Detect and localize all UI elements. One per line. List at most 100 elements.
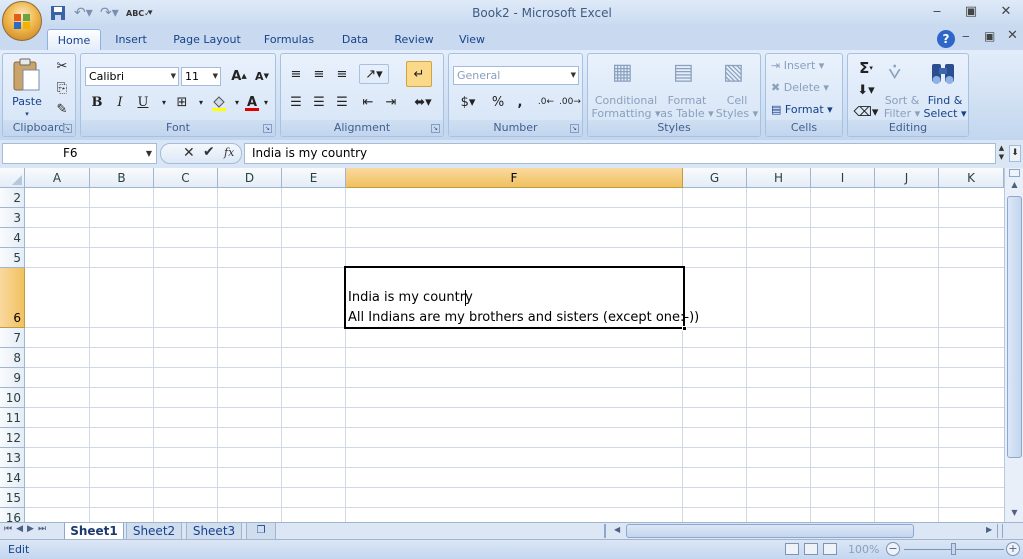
increase-decimal-icon[interactable]: .0← [535,92,557,112]
select-all-corner[interactable] [0,168,25,188]
column-header-k[interactable]: K [939,168,1004,188]
paste-icon[interactable] [11,58,43,94]
paste-label[interactable]: Paste [7,95,47,108]
tab-home[interactable]: Home [47,29,101,50]
sort-filter-icon[interactable]: ⩒ [888,60,918,88]
increase-indent-icon[interactable]: ⇥ [380,92,402,112]
row-header-5[interactable]: 5 [0,248,25,268]
zoom-in-icon[interactable]: + [1006,542,1020,556]
wrap-text-icon[interactable]: ↵ [406,61,432,87]
scroll-down-icon[interactable]: ▼ [1007,508,1022,517]
accounting-format-icon[interactable]: $▾ [453,92,483,112]
workbook-close-button[interactable]: ✕ [1007,28,1018,43]
autosum-button[interactable]: Σ ▾ [852,58,880,78]
conditional-formatting-icon[interactable]: ▦ [612,60,640,88]
font-launcher-icon[interactable]: ↘ [263,124,272,133]
column-header-a[interactable]: A [25,168,90,188]
cell-styles-icon[interactable]: ▧ [723,60,751,88]
active-cell-f6[interactable]: India is my country All Indians are my b… [344,266,699,331]
office-button[interactable] [2,1,42,41]
row-header-10[interactable]: 10 [0,388,25,408]
page-break-preview-icon[interactable] [823,543,837,555]
row-header-7[interactable]: 7 [0,328,25,348]
binoculars-icon[interactable] [928,58,958,88]
column-header-e[interactable]: E [282,168,346,188]
row-header-16[interactable]: 16 [0,508,25,522]
tab-formulas[interactable]: Formulas [258,29,320,50]
merge-center-icon[interactable]: ⬌▾ [409,92,437,112]
tab-page-layout[interactable]: Page Layout [167,29,247,50]
tab-data[interactable]: Data [333,29,377,50]
tab-review[interactable]: Review [388,29,440,50]
delete-cells-button[interactable]: ✖ Delete ▾ [771,81,829,94]
insert-function-icon[interactable]: fx [224,146,234,159]
cell-styles-button[interactable]: Cell Styles ▾ [714,94,760,120]
enter-entry-icon[interactable]: ✔ [203,144,215,160]
scroll-left-icon[interactable]: ◀ [614,525,620,534]
scroll-up-icon[interactable]: ▲ [1007,180,1022,189]
row-header-8[interactable]: 8 [0,348,25,368]
page-layout-view-icon[interactable] [804,543,818,555]
row-header-11[interactable]: 11 [0,408,25,428]
format-as-table-icon[interactable]: ▤ [673,60,701,88]
copy-icon[interactable]: ⎘ [51,78,73,98]
column-header-h[interactable]: H [747,168,811,188]
cut-icon[interactable]: ✂ [51,56,73,76]
redo-icon[interactable]: ↷▾ [100,5,126,21]
sheet-navigation-icons[interactable]: ⏮◀▶⏭ [4,524,50,534]
row-header-9[interactable]: 9 [0,368,25,388]
tab-split-handle[interactable] [604,524,610,538]
sheet-tab-sheet3[interactable]: Sheet3 [186,523,242,540]
column-header-d[interactable]: D [218,168,282,188]
row-header-13[interactable]: 13 [0,448,25,468]
column-header-i[interactable]: I [811,168,875,188]
help-icon[interactable]: ? [937,30,955,48]
percent-style-button[interactable]: % [487,92,509,112]
bold-button[interactable]: B [86,92,108,112]
normal-view-icon[interactable] [785,543,799,555]
column-header-b[interactable]: B [90,168,154,188]
save-icon[interactable] [50,5,68,21]
sheet-tab-sheet2[interactable]: Sheet2 [126,523,182,540]
undo-icon[interactable]: ↶▾ [74,5,100,21]
scroll-right-icon[interactable]: ▶ [986,525,992,534]
clear-icon[interactable]: ⌫▾ [852,102,880,122]
orientation-icon[interactable]: ↗▾ [359,64,389,84]
workbook-restore-button[interactable]: ▣ [984,29,995,43]
row-header-12[interactable]: 12 [0,428,25,448]
font-size-combo[interactable]: 11 ▼ [181,67,221,86]
row-header-14[interactable]: 14 [0,468,25,488]
tab-insert[interactable]: Insert [108,29,154,50]
grow-font-icon[interactable]: A ▲ [228,66,250,86]
sort-filter-button[interactable]: Sort & Filter ▾ [882,94,922,120]
name-box[interactable]: F6 ▼ [2,143,157,164]
formula-input[interactable]: India is my country [244,143,996,164]
formula-scroll-icon[interactable]: ▲ ▼ [996,144,1007,163]
close-button[interactable]: ✕ [995,3,1017,21]
conditional-formatting-button[interactable]: Conditional Formatting ▾ [590,94,662,120]
italic-button[interactable]: I [109,92,131,112]
horizontal-split-box[interactable] [997,524,1003,538]
alignment-launcher-icon[interactable]: ↘ [431,124,440,133]
minimize-button[interactable]: ‒ [926,3,948,21]
row-header-3[interactable]: 3 [0,208,25,228]
column-header-j[interactable]: J [875,168,939,188]
column-header-c[interactable]: C [154,168,218,188]
worksheet-grid[interactable]: A B C D E F G H I J K 2 3 4 5 6 7 8 9 10… [0,168,1004,522]
fill-icon[interactable]: ⬇▾ [852,80,880,100]
row-header-4[interactable]: 4 [0,228,25,248]
cancel-entry-icon[interactable]: ✕ [183,145,195,161]
shrink-font-icon[interactable]: A ▼ [251,66,273,86]
number-launcher-icon[interactable]: ↘ [570,124,579,133]
row-header-2[interactable]: 2 [0,188,25,208]
font-color-dropdown-icon[interactable]: ▾ [259,92,273,112]
column-header-g[interactable]: G [683,168,747,188]
expand-formula-bar-icon[interactable]: ⬇ [1009,145,1021,162]
number-format-combo[interactable]: General ▼ [453,66,579,85]
fill-handle[interactable] [682,326,687,331]
horizontal-scroll-thumb[interactable] [626,524,914,538]
clipboard-launcher-icon[interactable]: ↘ [63,124,72,133]
align-middle-icon[interactable]: ≡ [308,64,330,84]
find-select-button[interactable]: Find & Select ▾ [922,94,968,120]
format-as-table-button[interactable]: Format as Table ▾ [660,94,714,120]
